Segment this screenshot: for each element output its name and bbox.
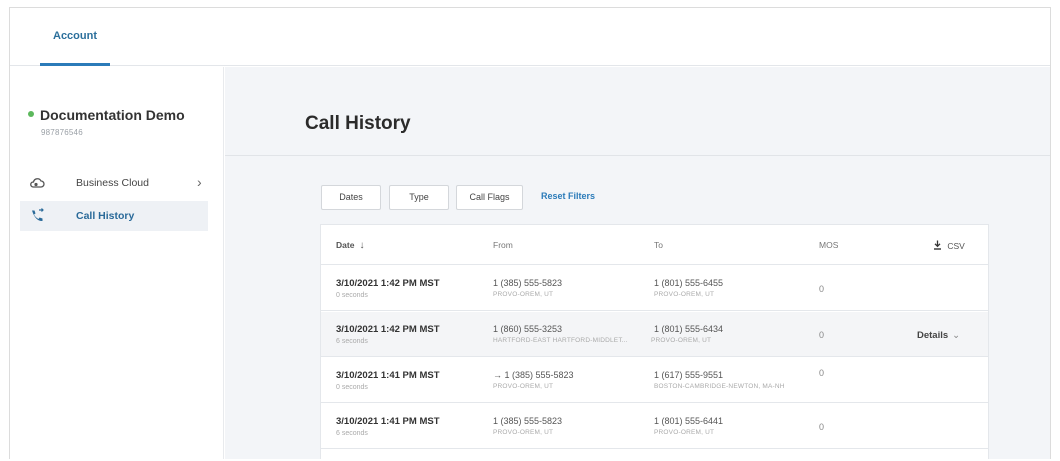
active-tab-indicator <box>40 63 110 66</box>
from-cell: 1 (385) 555-5823 PROVO-OREM, UT <box>493 416 562 436</box>
call-date-cell: 3/10/2021 1:41 PM MST 6 seconds <box>336 416 440 437</box>
top-nav: Account <box>10 8 1050 66</box>
to-cell: 1 (801) 555-6455 PROVO-OREM, UT <box>654 278 723 298</box>
to-number: 1 (801) 555-6455 <box>654 278 724 288</box>
chevron-right-icon: › <box>197 174 202 190</box>
call-date: 3/10/2021 1:42 PM MST <box>336 278 440 289</box>
sidebar-item-label: Business Cloud <box>76 177 149 189</box>
from-location: HARTFORD-EAST HARTFORD-MIDDLET... <box>493 337 628 344</box>
filter-type-button[interactable]: Type <box>389 185 449 210</box>
sidebar-item-business-cloud[interactable]: Business Cloud › <box>20 168 208 198</box>
sidebar-item-call-history[interactable]: Call History <box>20 201 208 231</box>
table-row[interactable]: 3/10/2021 1:42 PM MST 0 seconds 1 (385) … <box>321 266 988 311</box>
column-header-mos: MOS <box>819 240 839 250</box>
download-icon <box>933 240 944 251</box>
app-window: Account Documentation Demo 987876546 Bus… <box>9 7 1051 459</box>
from-location: PROVO-OREM, UT <box>493 291 554 298</box>
from-location: PROVO-OREM, UT <box>493 429 554 436</box>
mos-value: 0 <box>819 330 825 340</box>
call-date-cell: 3/10/2021 1:41 PM MST 0 seconds <box>336 370 440 391</box>
call-duration: 0 seconds <box>336 384 368 391</box>
to-cell: 1 (801) 555-6434 PROVO-OREM, UT <box>651 324 723 344</box>
from-cell: → 1 (385) 555-5823 PROVO-OREM, UT <box>493 370 574 390</box>
chevron-down-icon: ⌄ <box>952 330 961 341</box>
filter-dates-button[interactable]: Dates <box>321 185 381 210</box>
call-date: 3/10/2021 1:42 PM MST <box>336 324 440 335</box>
column-header-date-label: Date <box>336 240 355 250</box>
table-header: Date ↓ From To MOS CSV <box>321 225 988 265</box>
account-name: Documentation Demo <box>28 107 185 123</box>
sidebar-item-label: Call History <box>76 210 135 222</box>
to-cell: 1 (801) 555-6441 PROVO-OREM, UT <box>654 416 723 436</box>
from-location: PROVO-OREM, UT <box>493 383 554 390</box>
from-number: 1 (385) 555-5823 <box>493 416 563 426</box>
divider <box>225 155 1050 156</box>
page-title: Call History <box>305 113 411 134</box>
call-date-cell: 3/10/2021 1:42 PM MST 0 seconds <box>336 278 440 299</box>
to-number: 1 (617) 555-9551 <box>654 370 724 380</box>
account-id: 987876546 <box>41 128 83 137</box>
sidebar: Documentation Demo 987876546 Business Cl… <box>10 67 224 459</box>
mos-value: 0 <box>819 368 825 378</box>
to-number: 1 (801) 555-6434 <box>654 324 724 334</box>
mos-value: 0 <box>819 422 825 432</box>
tab-account-label: Account <box>53 30 97 42</box>
csv-label: CSV <box>947 241 965 251</box>
to-location: BOSTON-CAMBRIDGE-NEWTON, MA-NH <box>654 383 785 390</box>
call-duration: 0 seconds <box>336 292 368 299</box>
call-date: 3/10/2021 1:41 PM MST <box>336 370 440 381</box>
column-header-from: From <box>493 240 513 250</box>
phone-call-icon <box>29 208 45 224</box>
from-number: 1 (385) 555-5823 <box>493 278 563 288</box>
table-row[interactable]: 3/10/2021 1:41 PM MST 0 seconds → 1 (385… <box>321 358 988 403</box>
account-name-text: Documentation Demo <box>40 107 185 123</box>
cloud-icon <box>29 175 45 191</box>
call-history-table: Date ↓ From To MOS CSV 3/10/2021 1:42 PM… <box>320 224 989 459</box>
mos-value: 0 <box>819 284 825 294</box>
call-date: 3/10/2021 1:41 PM MST <box>336 416 440 427</box>
online-status-dot <box>28 111 34 118</box>
column-header-to: To <box>654 240 663 250</box>
call-duration: 6 seconds <box>336 430 368 437</box>
to-location: PROVO-OREM, UT <box>654 429 715 436</box>
call-date-cell: 3/10/2021 1:42 PM MST 6 seconds <box>336 324 440 345</box>
reset-filters-link[interactable]: Reset Filters <box>541 191 595 201</box>
column-header-date[interactable]: Date ↓ <box>336 240 364 251</box>
from-number: 1 (860) 555-3253 <box>493 324 563 334</box>
tab-account[interactable]: Account <box>40 8 110 66</box>
table-row[interactable]: 3/10/2021 1:42 PM MST 6 seconds 1 (860) … <box>321 312 988 357</box>
main-content: Call History Dates Type Call Flags Reset… <box>225 67 1050 459</box>
call-duration: 6 seconds <box>336 338 368 345</box>
to-location: PROVO-OREM, UT <box>654 291 715 298</box>
from-cell: 1 (860) 555-3253 HARTFORD-EAST HARTFORD-… <box>493 324 628 344</box>
to-location: PROVO-OREM, UT <box>651 337 712 344</box>
filter-call-flags-button[interactable]: Call Flags <box>456 185 523 210</box>
from-number: → 1 (385) 555-5823 <box>493 370 574 380</box>
table-row[interactable]: 3/10/2021 1:41 PM MST 6 seconds 1 (385) … <box>321 404 988 449</box>
from-cell: 1 (385) 555-5823 PROVO-OREM, UT <box>493 278 562 298</box>
details-label: Details <box>917 330 949 341</box>
to-cell: 1 (617) 555-9551 BOSTON-CAMBRIDGE-NEWTON… <box>654 370 785 390</box>
csv-download-button[interactable]: CSV <box>933 240 965 251</box>
to-number: 1 (801) 555-6441 <box>654 416 724 426</box>
sort-down-arrow-icon: ↓ <box>359 240 365 251</box>
details-toggle[interactable]: Details ⌄ <box>917 330 960 341</box>
